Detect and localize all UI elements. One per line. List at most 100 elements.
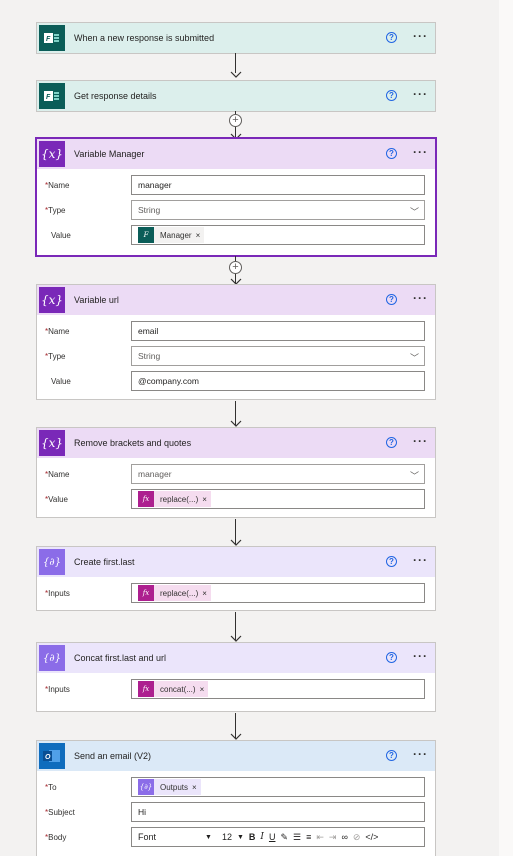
step-header[interactable]: {∂} Concat first.last and url ? ··· [37, 643, 435, 673]
step-header[interactable]: {x} Variable Manager ? ··· [37, 139, 435, 169]
decrease-indent-icon[interactable]: ⇤ [316, 832, 324, 843]
more-options-icon[interactable]: ··· [413, 649, 428, 663]
more-options-icon[interactable]: ··· [413, 434, 428, 448]
expression-token[interactable]: fx concat(...) × [138, 681, 209, 697]
step-card-create-first-last[interactable]: {∂} Create first.last ? ··· *Inputs fx r… [36, 546, 436, 611]
step-title: When a new response is submitted [74, 33, 215, 43]
field-label: *Type [45, 205, 66, 215]
step-header[interactable]: O Send an email (V2) ? ··· [37, 741, 435, 771]
value-input[interactable]: F Manager × [131, 225, 425, 245]
caret-down-icon[interactable]: ▼ [237, 834, 244, 841]
field-label: *Name [45, 469, 70, 479]
expression-token[interactable]: fx replace(...) × [138, 491, 211, 507]
font-size-select[interactable]: 12 [222, 832, 232, 842]
step-card-variable-url[interactable]: {x} Variable url ? ··· *Name email *Type… [36, 284, 436, 400]
variable-icon: {x} [39, 141, 65, 167]
fx-icon: fx [138, 491, 154, 507]
code-view-icon[interactable]: </> [365, 832, 378, 842]
expression-token[interactable]: fx replace(...) × [138, 585, 211, 601]
step-header[interactable]: {∂} Create first.last ? ··· [37, 547, 435, 577]
field-label: *Name [45, 326, 70, 336]
field-label: *Subject [45, 807, 75, 817]
more-options-icon[interactable]: ··· [413, 553, 428, 567]
field-label: *Value [45, 494, 68, 504]
right-scroll-area [499, 0, 513, 856]
font-select[interactable]: Font [138, 832, 200, 842]
help-icon[interactable]: ? [386, 148, 397, 159]
data-operation-icon: {∂} [39, 549, 65, 575]
step-card-remove-brackets[interactable]: {x} Remove brackets and quotes ? ··· *Na… [36, 427, 436, 518]
more-options-icon[interactable]: ··· [413, 87, 428, 101]
dynamic-content-token[interactable]: {∂} Outputs × [138, 779, 201, 795]
remove-token-icon[interactable]: × [202, 589, 207, 598]
type-select[interactable]: String ﹀ [131, 346, 425, 366]
help-icon[interactable]: ? [386, 556, 397, 567]
remove-token-icon[interactable]: × [200, 685, 205, 694]
step-card-variable-manager[interactable]: {x} Variable Manager ? ··· *Name manager… [36, 138, 436, 256]
numbered-list-icon[interactable]: ≡ [306, 832, 311, 842]
remove-token-icon[interactable]: × [202, 495, 207, 504]
more-options-icon[interactable]: ··· [413, 291, 428, 305]
remove-token-icon[interactable]: × [192, 783, 197, 792]
inputs-input[interactable]: fx replace(...) × [131, 583, 425, 603]
field-label: *Inputs [45, 588, 70, 598]
step-header[interactable]: F When a new response is submitted ? ··· [37, 23, 435, 53]
caret-down-icon[interactable]: ▼ [205, 834, 212, 841]
name-input[interactable]: email [131, 321, 425, 341]
chevron-down-icon: ﹀ [409, 471, 419, 481]
increase-indent-icon[interactable]: ⇥ [329, 832, 337, 843]
more-options-icon[interactable]: ··· [413, 747, 428, 761]
step-title: Variable Manager [74, 149, 145, 159]
value-input[interactable]: @company.com [131, 371, 425, 391]
help-icon[interactable]: ? [386, 294, 397, 305]
name-select[interactable]: manager ﹀ [131, 464, 425, 484]
step-header[interactable]: F Get response details ? ··· [37, 81, 435, 111]
help-icon[interactable]: ? [386, 652, 397, 663]
step-card-get-response[interactable]: F Get response details ? ··· [36, 80, 436, 112]
unlink-icon[interactable]: ⊘ [353, 832, 361, 843]
insert-step-button[interactable]: + [229, 261, 242, 274]
fx-icon: fx [138, 585, 154, 601]
data-operation-icon: {∂} [138, 779, 154, 795]
insert-step-button[interactable]: + [229, 114, 242, 127]
to-input[interactable]: {∂} Outputs × [131, 777, 425, 797]
highlight-icon[interactable]: ✎ [280, 832, 288, 843]
help-icon[interactable]: ? [386, 437, 397, 448]
inputs-input[interactable]: fx concat(...) × [131, 679, 425, 699]
step-title: Remove brackets and quotes [74, 438, 192, 448]
more-options-icon[interactable]: ··· [413, 145, 428, 159]
link-icon[interactable]: ∞ [341, 832, 347, 842]
italic-icon[interactable]: I [260, 832, 264, 842]
bulleted-list-icon[interactable]: ☰ [293, 832, 301, 843]
bold-icon[interactable]: B [249, 832, 256, 842]
type-select[interactable]: String ﹀ [131, 200, 425, 220]
step-card-concat[interactable]: {∂} Concat first.last and url ? ··· *Inp… [36, 642, 436, 712]
forms-icon: F [138, 227, 154, 243]
underline-icon[interactable]: U [269, 832, 276, 842]
value-input[interactable]: fx replace(...) × [131, 489, 425, 509]
step-card-send-email[interactable]: O Send an email (V2) ? ··· *To {∂} Outpu… [36, 740, 436, 856]
variable-icon: {x} [39, 430, 65, 456]
svg-text:F: F [46, 94, 51, 101]
outlook-icon: O [39, 743, 65, 769]
field-label: *Inputs [45, 684, 70, 694]
rich-text-toolbar: Font ▼ 12 ▼ B I U ✎ ☰ ≡ ⇤ ⇥ ∞ ⊘ </> [131, 827, 425, 847]
field-label: *Type [45, 351, 66, 361]
help-icon[interactable]: ? [386, 90, 397, 101]
step-title: Get response details [74, 91, 157, 101]
step-title: Variable url [74, 295, 119, 305]
top-strip [0, 0, 513, 8]
step-header[interactable]: {x} Remove brackets and quotes ? ··· [37, 428, 435, 458]
dynamic-content-token[interactable]: F Manager × [138, 227, 205, 243]
variable-icon: {x} [39, 287, 65, 313]
remove-token-icon[interactable]: × [196, 231, 201, 240]
fx-icon: fx [138, 681, 154, 697]
step-header[interactable]: {x} Variable url ? ··· [37, 285, 435, 315]
help-icon[interactable]: ? [386, 750, 397, 761]
subject-input[interactable]: Hi [131, 802, 425, 822]
more-options-icon[interactable]: ··· [413, 29, 428, 43]
field-label: Value [51, 376, 71, 386]
help-icon[interactable]: ? [386, 32, 397, 43]
name-input[interactable]: manager [131, 175, 425, 195]
step-card-trigger[interactable]: F When a new response is submitted ? ··· [36, 22, 436, 54]
